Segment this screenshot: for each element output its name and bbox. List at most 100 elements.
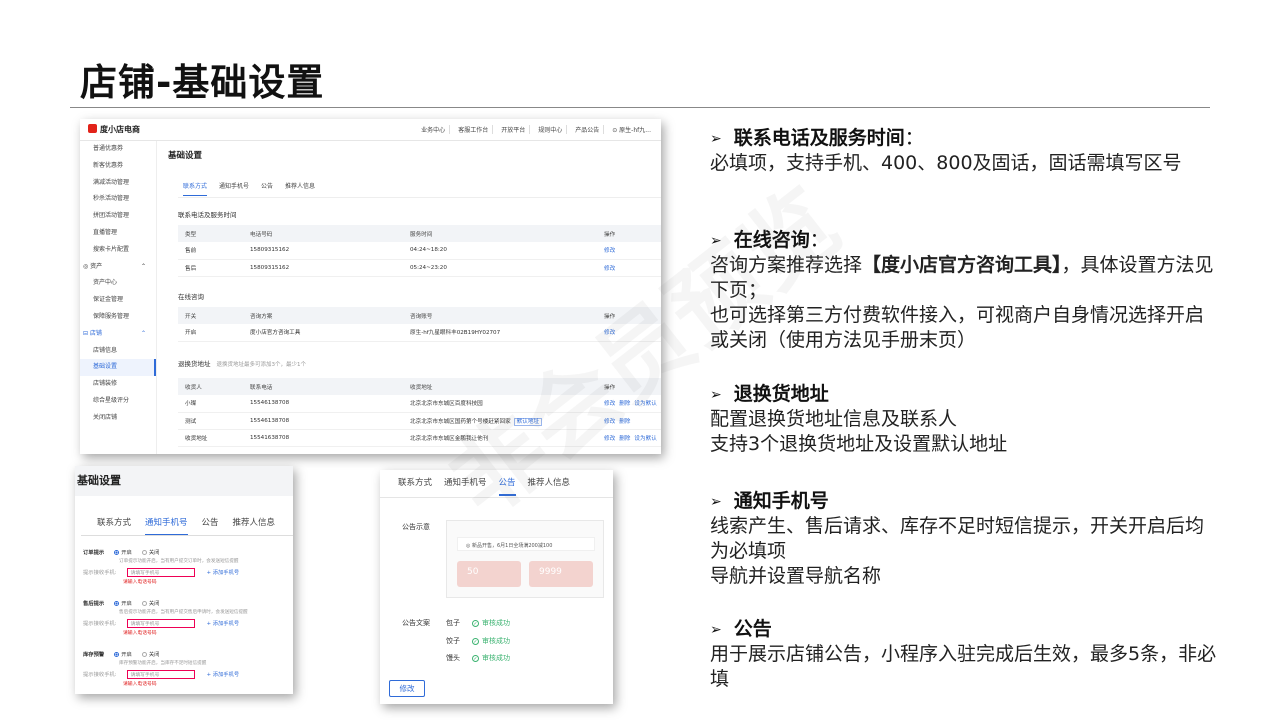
radio-on-icon[interactable]	[114, 652, 120, 657]
sidebar-item[interactable]: 店铺装修	[80, 376, 156, 393]
sidebar-item[interactable]: 满减活动管理	[80, 175, 156, 192]
radio-on-label[interactable]: 开启	[121, 652, 132, 658]
radio-off-label[interactable]: 关闭	[149, 550, 160, 556]
toggle-row: 售后提示 开启 关闭	[83, 599, 159, 607]
radio-on-icon[interactable]	[114, 550, 120, 555]
action-link[interactable]: 设为默认	[634, 401, 656, 407]
logo-text: 度小店电商	[100, 125, 140, 134]
sidebar-item[interactable]: 资产中心	[80, 275, 156, 292]
title-divider	[70, 107, 1210, 108]
brand-logo[interactable]: 度小店电商	[88, 124, 140, 135]
top-nav-item[interactable]: 客服工作台	[454, 125, 494, 134]
action-link[interactable]: 修改	[604, 436, 615, 442]
sidebar-item[interactable]: 直播管理	[80, 225, 156, 242]
top-nav-item[interactable]: 开放平台	[497, 125, 531, 134]
tab[interactable]: 通知手机号	[219, 181, 249, 196]
tab[interactable]: 联系方式	[97, 516, 131, 536]
sidebar-item-label: 秒杀活动管理	[93, 195, 130, 203]
desc-heading: 退换货地址	[733, 383, 829, 405]
tab[interactable]: 推荐人信息	[233, 516, 276, 536]
radio-off-label[interactable]: 关闭	[149, 601, 160, 607]
action-link[interactable]: 删除	[619, 419, 630, 425]
sidebar-item[interactable]: 保证金管理	[80, 292, 156, 309]
tab[interactable]: 联系方式	[398, 476, 432, 496]
top-nav-item[interactable]: 规则中心	[534, 125, 568, 134]
table-cell: 开启	[178, 324, 243, 342]
sidebar-item[interactable]: 基础设置	[80, 359, 156, 377]
top-nav-item[interactable]: 产品公告	[571, 125, 605, 134]
table-row: 售前 15809315162 04:24~18:20 修改	[178, 242, 661, 260]
table-row: 小璨 15546138708 北京北京市东城区百度科技园 修改 删除 设为默认	[178, 395, 661, 413]
radio-on-label[interactable]: 开启	[121, 550, 132, 556]
bl-divider	[81, 535, 293, 536]
phone-input[interactable]: 请填写手机号	[126, 568, 195, 577]
add-phone-link[interactable]: + 添加手机号	[207, 621, 240, 627]
sidebar-item-label: 基础设置	[93, 363, 118, 371]
sidebar-item-label: 资产中心	[93, 279, 118, 287]
action-link[interactable]: 删除	[619, 436, 630, 442]
sidebar-item-label: ◎ 资产	[83, 262, 103, 270]
cell-text: 售后	[185, 265, 197, 272]
desc-heading: 公告	[733, 618, 772, 640]
tab[interactable]: 通知手机号	[444, 476, 487, 496]
sidebar-item[interactable]: 秒杀活动管理	[80, 191, 156, 208]
sidebar-item[interactable]: 新客优惠券	[80, 158, 156, 175]
add-phone-link[interactable]: + 添加手机号	[207, 672, 240, 678]
action-link[interactable]: 修改	[604, 419, 615, 425]
notice-name: 饺子	[446, 636, 460, 645]
phone-placeholder: 请填写手机号	[130, 673, 160, 678]
edit-link[interactable]: 修改	[604, 266, 615, 272]
tab[interactable]: 联系方式	[183, 181, 208, 196]
sidebar-item[interactable]: ⊟ 店铺 ⌃	[80, 326, 156, 343]
edit-button[interactable]: 修改	[389, 680, 425, 697]
top-nav-item[interactable]: 业务中心	[417, 125, 451, 134]
radio-off-icon[interactable]	[141, 652, 147, 657]
tab[interactable]: 公告	[498, 476, 516, 496]
sidebar-item[interactable]: 搜索卡片配置	[80, 242, 156, 259]
sidebar-item[interactable]: 综合星级评分	[80, 393, 156, 410]
tab[interactable]: 通知手机号	[145, 516, 188, 536]
desc-colon: ：	[904, 127, 924, 149]
action-link[interactable]: 设为默认	[634, 436, 656, 442]
group-title: 库存预警	[83, 652, 105, 658]
action-link[interactable]: 修改	[604, 401, 615, 407]
preview-bar: ◎ 新品开售，6月1日全场满200减100	[457, 537, 595, 551]
radio-off-icon[interactable]	[141, 601, 147, 606]
phone-input[interactable]: 请填写手机号	[126, 670, 195, 679]
add-phone-link[interactable]: + 添加手机号	[207, 570, 240, 576]
copy-label: 公告文案	[402, 619, 430, 627]
desc-contact: ➢ 联系电话及服务时间： 必填项，支持手机、400、800及固话，固话需填写区号	[710, 126, 1220, 176]
radio-on-icon[interactable]	[114, 601, 120, 606]
radio-on-label[interactable]: 开启	[121, 601, 132, 607]
phone-input[interactable]: 请填写手机号	[126, 619, 195, 628]
table-cell: 测试	[178, 412, 243, 430]
check-circle-icon: ✓	[472, 620, 479, 627]
phone-row: 提示接收手机: 请填写手机号 + 添加手机号	[83, 619, 239, 628]
sidebar-item[interactable]: 保障服务管理	[80, 309, 156, 326]
sidebar-item[interactable]: 拼团活动管理	[80, 208, 156, 225]
edit-link[interactable]: 修改	[604, 330, 615, 336]
top-nav-item[interactable]: ⊙ 原生-hf九...	[608, 125, 655, 134]
table-cell: 05:24~23:20	[403, 259, 597, 277]
sidebar-item[interactable]: 普通优惠券	[80, 141, 156, 158]
return-note: 退换货地址最多可添加3个，最少1个	[216, 362, 307, 368]
tab[interactable]: 推荐人信息	[528, 476, 571, 496]
radio-off-icon[interactable]	[141, 550, 147, 555]
radio-off-label[interactable]: 关闭	[149, 652, 160, 658]
sidebar-item[interactable]: 关闭店铺	[80, 410, 156, 427]
main-area: 基础设置 联系方式 通知手机号 公告 推荐人信息 联系电话及服务时间 类型 电话号码 服务…	[158, 141, 661, 454]
tab[interactable]: 公告	[261, 181, 273, 196]
table-header-cell: 收货人	[178, 378, 243, 395]
sidebar-item[interactable]: 店铺信息	[80, 343, 156, 360]
cell-text: 北京北京市东城区国药第个号楼赶紧回家	[410, 418, 511, 425]
group-desc: 订单提示功能开启，当有用户提交订单时，会发送短信提醒	[119, 559, 239, 564]
arrow-icon: ➢	[710, 387, 722, 403]
sidebar-item[interactable]: ◎ 资产 ⌃	[80, 259, 156, 276]
tab[interactable]: 公告	[202, 516, 219, 536]
tab[interactable]: 推荐人信息	[285, 181, 315, 196]
edit-link[interactable]: 修改	[604, 248, 615, 254]
table-header-cell: 开关	[178, 307, 243, 324]
table-header-row: 类型 电话号码 服务时间 操作	[178, 225, 661, 242]
notice-screenshot: 联系方式 通知手机号 公告 推荐人信息 公告示意 ◎ 新品开售，6月1日全场满200减…	[380, 470, 613, 704]
action-link[interactable]: 删除	[619, 401, 630, 407]
